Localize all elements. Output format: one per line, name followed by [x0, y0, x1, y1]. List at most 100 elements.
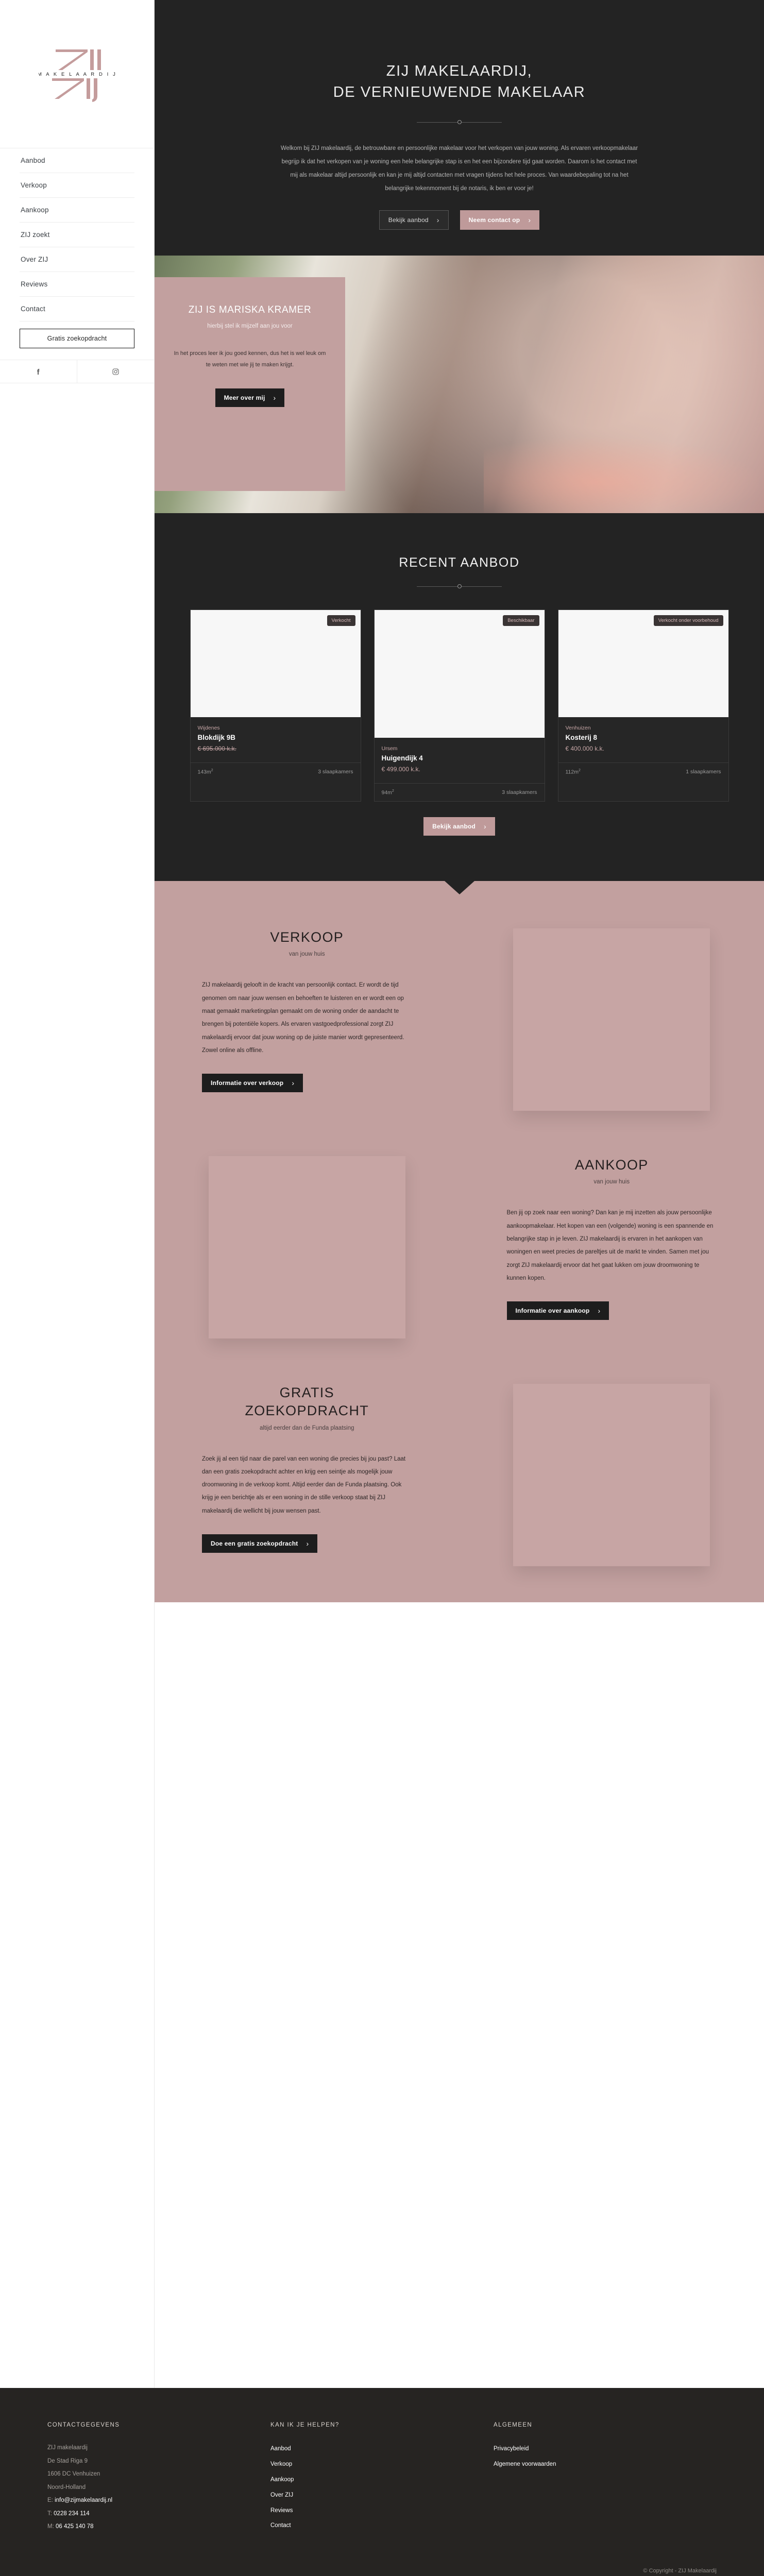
footer-postal: 1606 DC Venhuizen: [47, 2468, 270, 2481]
footer-help-column: KAN IK JE HELPEN? Aanbod Verkoop Aankoop…: [270, 2422, 494, 2534]
main-content: ZIJ MAKELAARDIJ, DE VERNIEUWENDE MAKELAA…: [155, 0, 764, 2388]
zoekopdracht-title-line1: GRATIS: [280, 1385, 334, 1400]
property-meta: 143m2 3 slaapkamers: [191, 762, 361, 781]
footer-general-heading: ALGEMEEN: [494, 2422, 717, 2428]
page-root: M A K E L A A R D I J Aanbod Verkoop Aan…: [0, 0, 764, 2388]
informatie-over-verkoop-button[interactable]: Informatie over verkoop ›: [202, 1074, 303, 1092]
bekijk-aanbod-button[interactable]: Bekijk aanbod ›: [379, 210, 449, 230]
footer-phone-value[interactable]: 0228 234 114: [54, 2511, 90, 2517]
footer-columns: CONTACTGEGEVENS ZIJ makelaardij De Stad …: [47, 2422, 717, 2534]
table-row[interactable]: Beschikbaar Ursem Huigendijk 4 € 499.000…: [374, 609, 545, 802]
bekijk-aanbod-label: Bekijk aanbod: [432, 823, 476, 830]
verkoop-block: VERKOOP van jouw huis ZIJ makelaardij ge…: [155, 928, 764, 1111]
footer-link-contact[interactable]: Contact: [270, 2518, 494, 2534]
chevron-right-icon: ›: [598, 1307, 600, 1314]
site-logo[interactable]: M A K E L A A R D I J: [0, 0, 154, 148]
aanbod-divider: [417, 584, 502, 589]
sidebar-item-aankoop[interactable]: Aankoop: [20, 198, 134, 223]
footer-link-reviews[interactable]: Reviews: [270, 2503, 494, 2519]
zoekopdracht-paragraph: Zoek jij al een tijd naar die parel van …: [202, 1453, 412, 1518]
aankoop-subtitle: van jouw huis: [507, 1179, 717, 1185]
footer-mobile-value[interactable]: 06 425 140 78: [56, 2523, 94, 2530]
footer-link-aankoop[interactable]: Aankoop: [270, 2472, 494, 2488]
hero-divider: [417, 120, 502, 125]
zoekopdracht-media-col: [460, 1384, 764, 1566]
property-address: Blokdijk 9B: [198, 734, 353, 741]
property-meta: 94m2 3 slaapkamers: [375, 783, 545, 802]
sidebar-item-verkoop[interactable]: Verkoop: [20, 173, 134, 198]
footer-link-verkoop[interactable]: Verkoop: [270, 2457, 494, 2472]
bekijk-aanbod-button-secondary[interactable]: Bekijk aanbod ›: [423, 817, 495, 836]
informatie-over-aankoop-button[interactable]: Informatie over aankoop ›: [507, 1301, 609, 1320]
table-row[interactable]: Verkocht onder voorbehoud Venhuizen Kost…: [558, 609, 729, 802]
property-bedrooms: 1 slaapkamers: [686, 769, 721, 775]
instagram-icon[interactable]: [77, 360, 154, 383]
footer-general-column: ALGEMEEN Privacybeleid Algemene voorwaar…: [494, 2422, 717, 2534]
footer-phone-label: T:: [47, 2511, 52, 2517]
chevron-right-icon: ›: [484, 823, 486, 830]
mariska-title: ZIJ IS MARISKA KRAMER: [172, 304, 328, 317]
zoekopdracht-cta-wrap: Doe een gratis zoekopdracht ›: [202, 1534, 412, 1553]
property-area: 94m2: [382, 789, 394, 796]
social-links: [0, 360, 154, 383]
property-address: Huigendijk 4: [382, 754, 537, 762]
zoekopdracht-block: GRATIS ZOEKOPDRACHT altijd eerder dan de…: [155, 1384, 764, 1566]
sidebar-item-zij-zoekt[interactable]: ZIJ zoekt: [20, 223, 134, 247]
informatie-over-aankoop-label: Informatie over aankoop: [516, 1307, 590, 1314]
footer-link-algemene-voorwaarden[interactable]: Algemene voorwaarden: [494, 2457, 717, 2472]
footer-company: ZIJ makelaardij: [47, 2442, 270, 2455]
aankoop-block: AANKOOP van jouw huis Ben jij op zoek na…: [155, 1156, 764, 1338]
property-price: € 695.000 k.k.: [198, 745, 353, 752]
neem-contact-op-label: Neem contact op: [469, 216, 520, 224]
mariska-subtitle: hierbij stel ik mijzelf aan jou voor: [172, 323, 328, 329]
sidebar-item-aanbod[interactable]: Aanbod: [20, 148, 134, 173]
mariska-section: ZIJ IS MARISKA KRAMER hierbij stel ik mi…: [155, 256, 764, 513]
doe-een-gratis-zoekopdracht-button[interactable]: Doe een gratis zoekopdracht ›: [202, 1534, 317, 1553]
property-image: Beschikbaar: [375, 610, 545, 738]
footer-email-value[interactable]: info@zijmakelaardij.nl: [55, 2497, 112, 2503]
property-price: € 400.000 k.k.: [566, 745, 721, 752]
sidebar: M A K E L A A R D I J Aanbod Verkoop Aan…: [0, 0, 155, 2388]
verkoop-cta-wrap: Informatie over verkoop ›: [202, 1074, 412, 1092]
hero-title-line1: ZIJ MAKELAARDIJ,: [386, 63, 532, 79]
mariska-intro-card: ZIJ IS MARISKA KRAMER hierbij stel ik mi…: [155, 277, 345, 491]
gratis-zoekopdracht-button[interactable]: Gratis zoekopdracht: [20, 329, 134, 348]
footer-email-row: E: info@zijmakelaardij.nl: [47, 2494, 270, 2507]
hero-title-line2: DE VERNIEUWENDE MAKELAAR: [333, 84, 586, 100]
verkoop-paragraph: ZIJ makelaardij gelooft in de kracht van…: [202, 979, 412, 1057]
verkoop-media-col: [460, 928, 764, 1111]
sidebar-item-contact[interactable]: Contact: [20, 297, 134, 321]
verkoop-title: VERKOOP: [202, 928, 412, 946]
status-badge: Beschikbaar: [503, 615, 539, 626]
footer-email-label: E:: [47, 2497, 53, 2503]
aankoop-media-col: [155, 1156, 460, 1338]
footer-mobile-row: M: 06 425 140 78: [47, 2520, 270, 2534]
neem-contact-op-button[interactable]: Neem contact op ›: [460, 210, 540, 230]
sidebar-item-over-zij[interactable]: Over ZIJ: [20, 247, 134, 272]
verkoop-image: [513, 928, 710, 1111]
facebook-icon[interactable]: [0, 360, 77, 383]
footer-link-over-zij[interactable]: Over ZIJ: [270, 2488, 494, 2503]
property-meta: 112m2 1 slaapkamers: [558, 762, 728, 781]
informatie-over-verkoop-label: Informatie over verkoop: [211, 1079, 283, 1087]
footer-link-privacybeleid[interactable]: Privacybeleid: [494, 2442, 717, 2457]
property-area: 112m2: [566, 769, 581, 775]
property-address: Kosterij 8: [566, 734, 721, 741]
meer-over-mij-button[interactable]: Meer over mij ›: [215, 388, 285, 407]
footer-street: De Stad Riga 9: [47, 2455, 270, 2468]
property-city: Wijdenes: [198, 725, 353, 731]
footer-help-heading: KAN IK JE HELPEN?: [270, 2422, 494, 2428]
zoekopdracht-subtitle: altijd eerder dan de Funda plaatsing: [202, 1425, 412, 1431]
divider-dot: [457, 584, 462, 588]
table-row[interactable]: Verkocht Wijdenes Blokdijk 9B € 695.000 …: [190, 609, 361, 802]
chevron-right-icon: ›: [306, 1540, 309, 1547]
footer-link-aanbod[interactable]: Aanbod: [270, 2442, 494, 2457]
recent-aanbod-section: RECENT AANBOD Verkocht Wijdenes Blokdijk…: [155, 513, 764, 866]
footer-contact-heading: CONTACTGEGEVENS: [47, 2422, 270, 2428]
status-badge: Verkocht onder voorbehoud: [654, 615, 723, 626]
sidebar-item-reviews[interactable]: Reviews: [20, 272, 134, 297]
property-card-list: Verkocht Wijdenes Blokdijk 9B € 695.000 …: [155, 609, 764, 802]
property-bedrooms: 3 slaapkamers: [502, 789, 537, 796]
zij-logo-mark: M A K E L A A R D I J: [39, 46, 116, 102]
footer-contact-column: CONTACTGEGEVENS ZIJ makelaardij De Stad …: [47, 2422, 270, 2534]
